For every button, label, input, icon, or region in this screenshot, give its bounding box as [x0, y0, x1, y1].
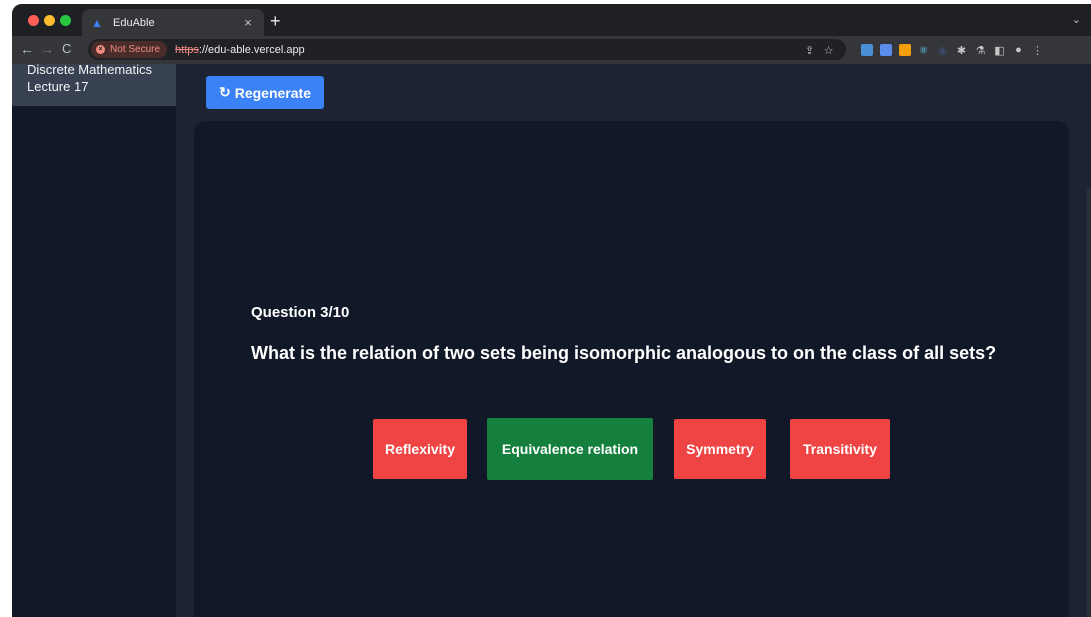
close-window-button[interactable]	[28, 15, 39, 26]
url-host: ://edu-able.vercel.app	[198, 43, 305, 56]
new-tab-button[interactable]: +	[270, 12, 281, 30]
tab-title: EduAble	[113, 16, 155, 29]
browser-window: ▲ EduAble × + ⌄ ← → C × Not Secure https…	[12, 4, 1091, 617]
answer-button-reflexivity[interactable]: Reflexivity	[373, 419, 467, 479]
share-icon[interactable]: ⇪	[800, 43, 819, 57]
forward-arrow-icon[interactable]: →	[40, 41, 54, 57]
more-menu-icon[interactable]: ⋮	[1028, 43, 1047, 57]
quiz-card: Question 3/10 What is the relation of tw…	[194, 121, 1069, 617]
toolbar-icons: ⇪ ☆ ⚛ ◉ ✱ ⚗ ◧ ● ⋮	[800, 43, 1047, 57]
site-favicon-icon: ▲	[91, 15, 103, 30]
back-arrow-icon[interactable]: ←	[20, 41, 34, 57]
side-panel-icon[interactable]: ◧	[990, 43, 1009, 57]
regenerate-button[interactable]: ↻ Regenerate	[206, 76, 324, 109]
question-text: What is the relation of two sets being i…	[251, 343, 997, 363]
app-page: Discrete Mathematics Lecture 17 ↻ Regene…	[12, 62, 1091, 617]
labs-flask-icon[interactable]: ⚗	[971, 43, 990, 57]
url-scheme: https	[175, 43, 199, 56]
extension-circle-icon[interactable]: ◉	[933, 43, 952, 57]
tab-strip: ▲ EduAble × + ⌄	[12, 4, 1091, 36]
extensions-puzzle-icon[interactable]: ✱	[952, 43, 971, 57]
sidebar-item-subtitle: Lecture 17	[27, 79, 89, 94]
bookmark-star-icon[interactable]: ☆	[819, 43, 838, 57]
tab-search-chevron-icon[interactable]: ⌄	[1072, 13, 1081, 26]
question-counter: Question 3/10	[251, 304, 350, 321]
reload-icon[interactable]: C	[62, 41, 71, 57]
answer-button-symmetry[interactable]: Symmetry	[674, 419, 766, 479]
maximize-window-button[interactable]	[60, 15, 71, 26]
refresh-icon: ↻	[219, 84, 231, 100]
page-scrollbar[interactable]	[1087, 188, 1091, 617]
answer-button-equivalence-relation[interactable]: Equivalence relation	[487, 418, 653, 480]
profile-avatar-icon[interactable]: ●	[1009, 43, 1028, 57]
sidebar-item-title: Discrete Mathematics	[27, 62, 152, 77]
security-label: Not Secure	[110, 44, 161, 55]
address-bar[interactable]: × Not Secure https://edu-able.vercel.app	[88, 39, 846, 60]
security-chip[interactable]: × Not Secure	[91, 41, 168, 58]
browser-tab[interactable]: ▲ EduAble ×	[82, 9, 264, 36]
answer-button-transitivity[interactable]: Transitivity	[790, 419, 890, 479]
extension-accessibility-icon[interactable]	[857, 43, 876, 57]
warning-icon: ×	[96, 45, 105, 54]
extension-translate-icon[interactable]	[876, 43, 895, 57]
sidebar: Discrete Mathematics Lecture 17	[12, 62, 176, 617]
sidebar-item-discrete-mathematics-lecture-17[interactable]: Discrete Mathematics Lecture 17	[12, 62, 176, 106]
regenerate-label: Regenerate	[234, 84, 311, 101]
url-text: https://edu-able.vercel.app	[175, 44, 305, 56]
browser-toolbar: ← → C × Not Secure https://edu-able.verc…	[12, 36, 1091, 64]
react-devtools-icon[interactable]: ⚛	[914, 43, 933, 57]
tab-close-icon[interactable]: ×	[240, 15, 256, 30]
minimize-window-button[interactable]	[44, 15, 55, 26]
extension-orange-icon[interactable]	[895, 43, 914, 57]
